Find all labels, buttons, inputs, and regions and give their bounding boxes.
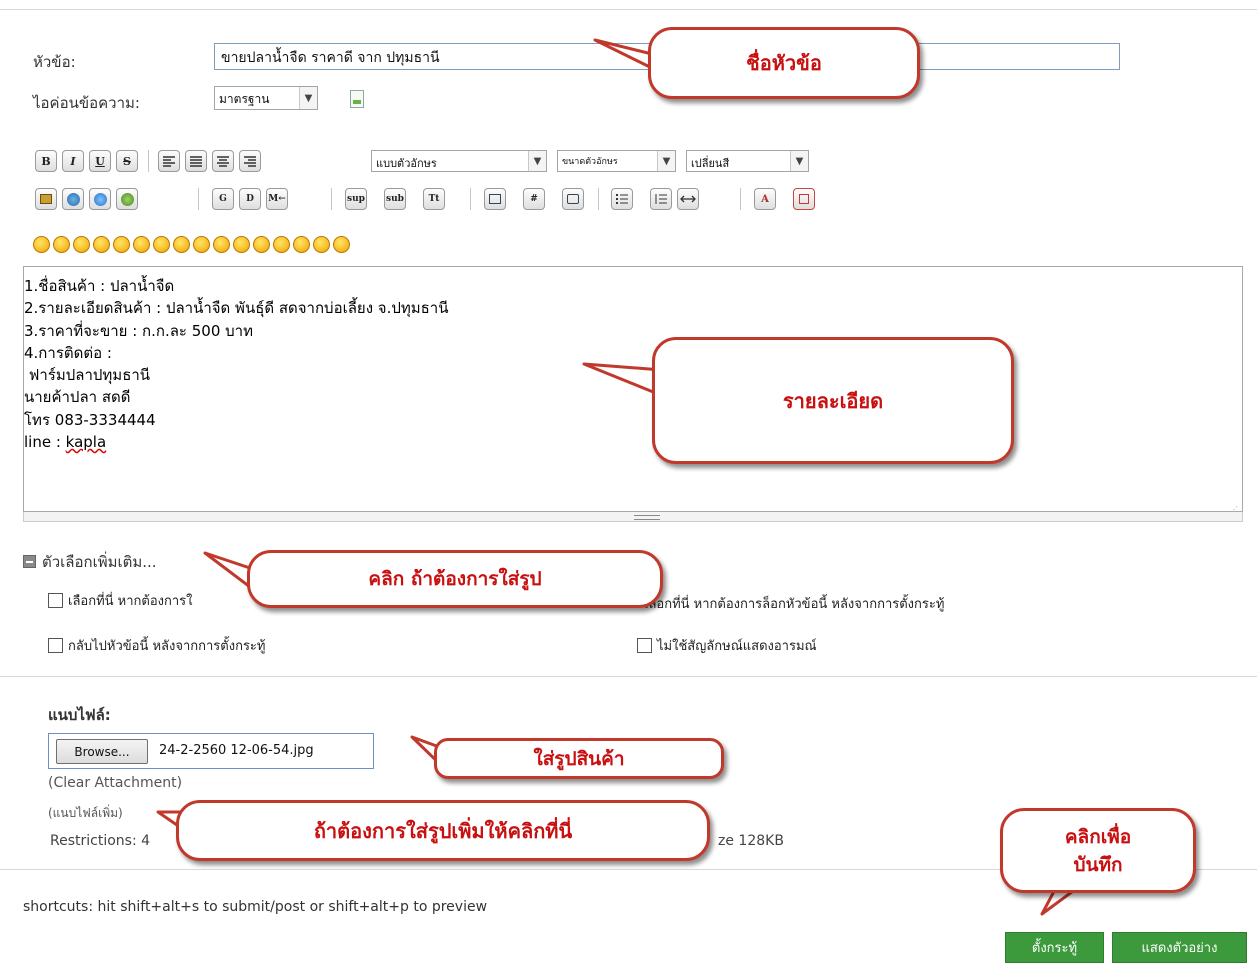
callout-text: คลิก ถ้าต้องการใส่รูป (368, 568, 542, 590)
callout-text: คลิกเพื่อ (1064, 825, 1132, 848)
callout-subject: ชื่อหัวข้อ (648, 27, 920, 99)
callout-text: ใส่รูปสินค้า (533, 747, 625, 770)
callout-more-picture: ถ้าต้องการใส่รูปเพิ่มให้คลิกที่นี่ (176, 800, 710, 861)
callout-save: คลิกเพื่อ บันทึก (1000, 808, 1196, 893)
callout-text: ถ้าต้องการใส่รูปเพิ่มให้คลิกที่นี่ (313, 818, 573, 843)
callout-details: รายละเอียด (652, 337, 1014, 464)
callout-click-picture: คลิก ถ้าต้องการใส่รูป (247, 550, 663, 608)
callout-text: บันทึก (1073, 853, 1123, 876)
callout-text: ชื่อหัวข้อ (746, 51, 822, 75)
callout-text: รายละเอียด (782, 388, 884, 413)
callout-product-picture: ใส่รูปสินค้า (434, 738, 724, 779)
